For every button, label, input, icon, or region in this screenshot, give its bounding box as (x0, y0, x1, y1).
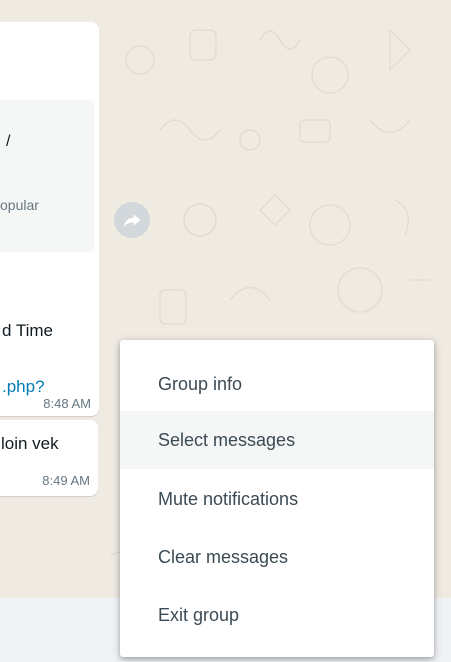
link-preview-title: / (6, 133, 11, 150)
menu-item-exit-group[interactable]: Exit group (120, 586, 434, 644)
menu-item-mute-notifications[interactable]: Mute notifications (120, 470, 434, 528)
message-bubble[interactable]: / opular d Time .php? 8:48 AM (0, 22, 99, 416)
chat-context-menu: Group info Select messages Mute notifica… (120, 340, 434, 657)
link-preview-description: opular (0, 197, 39, 213)
message-bubble[interactable]: loin vek 8:49 AM (0, 420, 98, 496)
forward-arrow-icon (123, 214, 141, 228)
message-text: d Time (2, 321, 54, 340)
link-preview-card[interactable]: / opular (0, 100, 94, 252)
menu-item-select-messages[interactable]: Select messages (120, 411, 434, 469)
menu-item-clear-messages[interactable]: Clear messages (120, 528, 434, 586)
message-link[interactable]: .php? (2, 377, 45, 397)
message-timestamp: 8:48 AM (43, 396, 91, 411)
forward-button[interactable] (114, 202, 150, 238)
menu-item-group-info[interactable]: Group info (120, 355, 434, 413)
message-text: loin vek (1, 434, 59, 453)
message-timestamp: 8:49 AM (42, 473, 90, 488)
